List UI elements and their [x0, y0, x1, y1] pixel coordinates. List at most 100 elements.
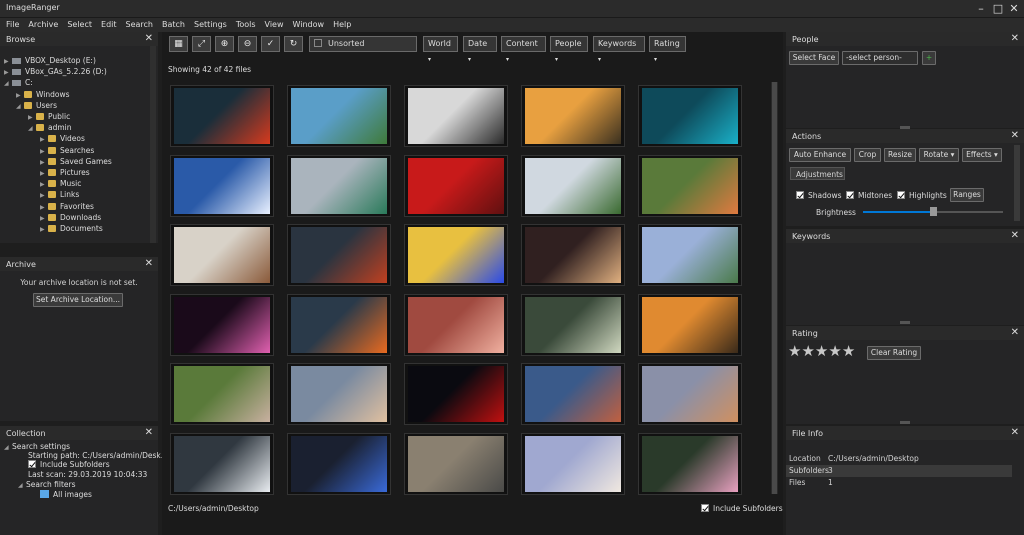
- tree-item[interactable]: ▶ Downloads: [40, 213, 101, 224]
- collapse-icon[interactable]: ◢: [28, 125, 36, 132]
- expand-icon[interactable]: ▶: [16, 92, 24, 99]
- tree-item[interactable]: ▶ VBOX_Desktop (E:): [4, 56, 96, 67]
- crop-button[interactable]: Crop: [854, 148, 881, 162]
- select-person-dropdown[interactable]: -select person-: [842, 51, 918, 65]
- tree-item[interactable]: ◢ C:: [4, 78, 33, 89]
- thumbnail[interactable]: [404, 363, 508, 425]
- star-icon[interactable]: ★: [828, 342, 841, 360]
- close-icon[interactable]: ✕: [1011, 230, 1019, 241]
- thumbnail[interactable]: [287, 293, 391, 356]
- tree-item[interactable]: ▶ Saved Games: [40, 157, 112, 168]
- thumbnail[interactable]: [521, 363, 625, 425]
- thumbnail[interactable]: [638, 293, 742, 356]
- checkbox-icon[interactable]: [846, 191, 854, 199]
- grid-scrollbar[interactable]: [771, 82, 778, 494]
- menu-edit[interactable]: Edit: [95, 18, 120, 29]
- thumbnail[interactable]: [170, 363, 274, 425]
- minimize-icon[interactable]: –: [973, 1, 989, 17]
- close-icon[interactable]: ✕: [1011, 327, 1019, 338]
- tree-item[interactable]: ▶ Links: [40, 190, 79, 201]
- thumbnail[interactable]: [638, 432, 742, 495]
- close-icon[interactable]: ✕: [1011, 33, 1019, 44]
- zoom-out-button[interactable]: ⊖: [238, 36, 257, 52]
- thumbnail[interactable]: [287, 85, 391, 147]
- expand-icon[interactable]: ▶: [40, 192, 48, 199]
- thumbnail[interactable]: [170, 85, 274, 147]
- add-person-button[interactable]: +: [922, 51, 936, 65]
- actions-scrollbar[interactable]: [1014, 145, 1020, 221]
- tree-item[interactable]: ▶ Videos: [40, 134, 85, 145]
- splitter-handle[interactable]: [900, 321, 910, 324]
- menu-search[interactable]: Search: [120, 18, 156, 29]
- expand-icon[interactable]: ▶: [40, 159, 48, 166]
- expand-icon[interactable]: ▶: [40, 148, 48, 155]
- tree-item[interactable]: ▶ Searches: [40, 146, 94, 157]
- collapse-icon[interactable]: ◢: [4, 80, 12, 87]
- thumbnail[interactable]: [170, 154, 274, 217]
- rotate-button[interactable]: Rotate ▾: [919, 148, 959, 162]
- tree-item[interactable]: ▶ Favorites: [40, 202, 94, 213]
- menu-select[interactable]: Select: [61, 18, 95, 29]
- splitter-handle[interactable]: [900, 421, 910, 424]
- thumbnail[interactable]: [287, 363, 391, 425]
- expand-icon[interactable]: ▶: [40, 170, 48, 177]
- tree-item[interactable]: ◢ admin: [28, 123, 72, 134]
- menu-tools[interactable]: Tools: [230, 18, 259, 29]
- thumbnail[interactable]: [404, 224, 508, 286]
- checkbox-icon[interactable]: [796, 191, 804, 199]
- expand-icon[interactable]: ▶: [40, 215, 48, 222]
- expand-icon[interactable]: ▶: [40, 226, 48, 233]
- thumbnail[interactable]: [638, 85, 742, 147]
- grid-button[interactable]: ▦: [169, 36, 188, 52]
- menu-window[interactable]: Window: [287, 18, 328, 29]
- thumbnail[interactable]: [521, 85, 625, 147]
- thumbnail[interactable]: [638, 154, 742, 217]
- tree-item[interactable]: ▶ Pictures: [40, 168, 90, 179]
- menu-view[interactable]: View: [259, 18, 287, 29]
- select-face-button[interactable]: Select Face: [789, 51, 839, 65]
- thumbnail[interactable]: [521, 154, 625, 217]
- tree-item[interactable]: ▶ Documents: [40, 224, 103, 235]
- ranges-button[interactable]: Ranges: [950, 188, 984, 202]
- expand-icon[interactable]: ▶: [40, 181, 48, 188]
- thumbnail[interactable]: [521, 432, 625, 495]
- tree-item[interactable]: ▶ Windows: [16, 90, 69, 101]
- brightness-slider-thumb[interactable]: [930, 207, 937, 216]
- thumbnail[interactable]: [170, 224, 274, 286]
- auto-enhance-button[interactable]: Auto Enhance: [789, 148, 851, 162]
- thumbnail[interactable]: [638, 363, 742, 425]
- check-button[interactable]: ✓: [261, 36, 280, 52]
- expand-icon[interactable]: ▶: [4, 69, 12, 76]
- zoom-in-button[interactable]: ⊕: [215, 36, 234, 52]
- fit-button[interactable]: ⤢: [192, 36, 211, 52]
- close-icon[interactable]: ✕: [1011, 130, 1019, 141]
- star-icon[interactable]: ★: [788, 342, 801, 360]
- tree-item[interactable]: ▶ Music: [40, 179, 81, 190]
- close-icon[interactable]: ✕: [145, 33, 153, 44]
- thumbnail[interactable]: [170, 432, 274, 495]
- sort-dropdown[interactable]: Unsorted: [309, 36, 417, 52]
- thumbnail[interactable]: [287, 224, 391, 286]
- tab-adjustments[interactable]: Adjustments: [790, 167, 845, 180]
- thumbnail[interactable]: [638, 224, 742, 286]
- expand-icon[interactable]: ◢: [4, 444, 12, 451]
- tree-item[interactable]: ◢ Users: [16, 101, 57, 112]
- close-icon[interactable]: ✕: [145, 258, 153, 269]
- thumbnail[interactable]: [404, 154, 508, 217]
- thumbnail[interactable]: [521, 224, 625, 286]
- resize-button[interactable]: Resize: [884, 148, 916, 162]
- thumbnail[interactable]: [404, 293, 508, 356]
- checkbox-icon[interactable]: [897, 191, 905, 199]
- star-icon[interactable]: ★: [842, 342, 855, 360]
- close-icon[interactable]: ✕: [1011, 427, 1019, 438]
- menu-batch[interactable]: Batch: [156, 18, 188, 29]
- star-icon[interactable]: ★: [801, 342, 814, 360]
- menu-archive[interactable]: Archive: [22, 18, 61, 29]
- tree-item[interactable]: ▶ VBox_GAs_5.2.26 (D:): [4, 67, 107, 78]
- thumbnail[interactable]: [404, 85, 508, 147]
- set-archive-location-button[interactable]: Set Archive Location...: [33, 293, 123, 307]
- expand-icon[interactable]: ▶: [40, 204, 48, 211]
- effects-button[interactable]: Effects ▾: [962, 148, 1002, 162]
- thumbnail[interactable]: [170, 293, 274, 356]
- tree-item[interactable]: ▶ Public: [28, 112, 70, 123]
